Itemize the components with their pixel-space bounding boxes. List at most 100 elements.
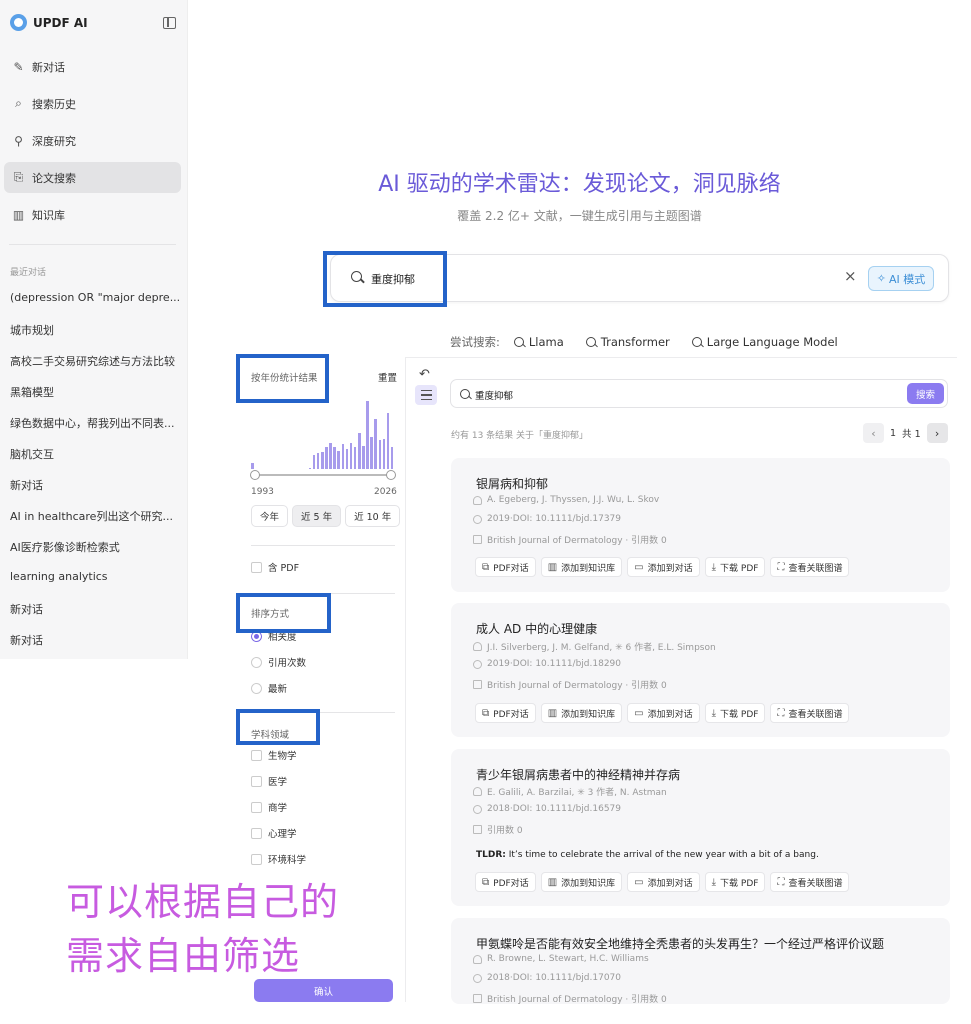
action-label: 下载 PDF: [720, 709, 759, 720]
next-page-button[interactable]: ›: [926, 423, 948, 443]
recent-chat-item[interactable]: learning analytics: [10, 570, 180, 601]
ai-mode-button[interactable]: ✧ AI 模式: [868, 266, 934, 291]
result-card[interactable]: 青少年银屑病患者中的神经精神并存病 E. Galili, A. Barzilai…: [451, 749, 950, 906]
sort-option-citations[interactable]: 引用次数: [251, 655, 306, 669]
download-pdf-button[interactable]: ⤓ 下载 PDF: [704, 703, 766, 723]
paper-title[interactable]: 成人 AD 中的心理健康: [476, 620, 597, 637]
clear-icon[interactable]: ×: [844, 269, 857, 284]
radio[interactable]: [251, 656, 262, 668]
field-option[interactable]: 环境科学: [251, 852, 306, 866]
paper-authors: A. Egeberg, J. Thyssen, J.J. Wu, L. Skov: [473, 495, 659, 505]
recent-chats-title: 最近对话: [10, 268, 47, 278]
histogram-bar: [337, 451, 340, 469]
field-label: 生物学: [268, 751, 297, 762]
recent-chat-item[interactable]: 新对话: [10, 477, 180, 508]
histogram-bar: [366, 400, 369, 469]
field-option[interactable]: 商学: [251, 800, 287, 814]
year-quick-filters: 今年 近 5 年 近 10 年: [251, 505, 401, 527]
pdf-chat-button[interactable]: ⧉ PDF对话: [475, 703, 536, 723]
field-option[interactable]: 心理学: [251, 826, 297, 840]
sidebar-item-label: 搜索历史: [32, 97, 76, 111]
result-card[interactable]: 甲氨蝶呤是否能有效安全地维持全秃患者的头发再生？一个经过严格评价议题 R. Br…: [451, 918, 950, 1005]
quick-this-year-button[interactable]: 今年: [251, 505, 289, 527]
histogram-bar: [378, 440, 382, 469]
paper-authors: R. Browne, L. Stewart, H.C. Williams: [473, 954, 649, 964]
radio[interactable]: [251, 682, 262, 694]
try-search-chip[interactable]: Large Language Model: [691, 335, 838, 349]
view-graph-button[interactable]: ⛶ 查看关联图谱: [770, 557, 850, 577]
recent-chat-item[interactable]: 新对话: [10, 601, 180, 632]
view-graph-button[interactable]: ⛶ 查看关联图谱: [770, 872, 850, 892]
pdf-chat-button[interactable]: ⧉ PDF对话: [475, 872, 536, 892]
year-histogram: [251, 397, 395, 469]
download-pdf-button[interactable]: ⤓ 下载 PDF: [704, 557, 766, 577]
collapse-sidebar-icon[interactable]: [163, 17, 176, 29]
year-slider-max-handle[interactable]: [386, 470, 396, 480]
has-pdf-checkbox[interactable]: [251, 561, 262, 573]
histogram-bar: [341, 443, 345, 469]
sidebar-item-new-chat[interactable]: ✎ 新对话: [4, 51, 181, 82]
paper-title[interactable]: 青少年银屑病患者中的神经精神并存病: [476, 766, 680, 783]
add-to-chat-button[interactable]: ▭ 添加到对话: [627, 872, 700, 892]
field-checkbox[interactable]: [251, 853, 262, 865]
recent-chat-item[interactable]: 绿色数据中心，帮我列出不同表...: [10, 415, 180, 446]
sidebar-item-paper-search[interactable]: ⎘ 论文搜索: [4, 162, 181, 193]
sidebar-item-knowledge-base[interactable]: ▥ 知识库: [4, 199, 181, 230]
recent-chat-item[interactable]: 新对话: [10, 632, 180, 663]
quick-5-years-button[interactable]: 近 5 年: [292, 505, 342, 527]
paper-title[interactable]: 甲氨蝶呤是否能有效安全地维持全秃患者的头发再生？一个经过严格评价议题: [476, 935, 884, 952]
year-slider-min-handle[interactable]: [250, 470, 260, 480]
field-option[interactable]: 生物学: [251, 748, 297, 762]
download-pdf-button[interactable]: ⤓ 下载 PDF: [704, 872, 766, 892]
sidebar-item-search-history[interactable]: ⌕ 搜索历史: [4, 88, 181, 119]
add-to-chat-button[interactable]: ▭ 添加到对话: [627, 557, 700, 577]
paper-title[interactable]: 银屑病和抑郁: [476, 475, 548, 492]
year-slider-track[interactable]: [255, 474, 391, 476]
recent-chat-item[interactable]: 脑机交互: [10, 446, 180, 477]
quick-10-years-button[interactable]: 近 10 年: [345, 505, 401, 527]
try-search-chip-label: Transformer: [600, 335, 670, 349]
field-checkbox[interactable]: [251, 801, 262, 813]
undo-icon[interactable]: ↶: [419, 367, 430, 382]
pdf-chat-button[interactable]: ⧉ PDF对话: [475, 557, 536, 577]
results-search-box[interactable]: 重度抑郁 搜索: [450, 379, 948, 408]
results-search-input[interactable]: 重度抑郁: [475, 388, 513, 402]
result-card[interactable]: 成人 AD 中的心理健康 J.I. Silverberg, J. M. Gelf…: [451, 603, 950, 737]
confirm-button[interactable]: 确认: [254, 979, 393, 1002]
add-to-chat-button[interactable]: ▭ 添加到对话: [627, 703, 700, 723]
prev-page-button[interactable]: ‹: [863, 423, 884, 443]
doi-text: 2018·DOI: 10.1111/bjd.17070: [487, 973, 621, 983]
current-page: 1: [890, 427, 897, 439]
graph-icon: ⛶: [777, 561, 785, 573]
try-search-chip[interactable]: Transformer: [585, 335, 670, 349]
field-option[interactable]: 医学: [251, 774, 287, 788]
reset-button[interactable]: 重置: [378, 370, 397, 384]
app-logo[interactable]: UPDF AI: [10, 14, 88, 31]
sidebar-item-deep-research[interactable]: ⚲ 深度研究: [4, 125, 181, 156]
histogram-bar: [353, 447, 357, 469]
recent-chat-item[interactable]: (depression OR "major depre...: [10, 291, 180, 322]
view-graph-button[interactable]: ⛶ 查看关联图谱: [770, 703, 850, 723]
sort-option-newest[interactable]: 最新: [251, 681, 287, 695]
add-to-library-button[interactable]: ▥ 添加到知识库: [540, 557, 623, 577]
add-to-library-button[interactable]: ▥ 添加到知识库: [540, 703, 623, 723]
field-checkbox[interactable]: [251, 827, 262, 839]
recent-chat-item[interactable]: 高校二手交易研究综述与方法比较: [10, 353, 180, 384]
recent-chat-item[interactable]: 黑箱模型: [10, 384, 180, 415]
telescope-icon: ⚲: [14, 133, 23, 148]
field-checkbox[interactable]: [251, 775, 262, 787]
recent-chat-item[interactable]: AI医疗影像诊断检索式: [10, 539, 180, 570]
action-label: 下载 PDF: [720, 878, 759, 889]
search-button[interactable]: 搜索: [907, 383, 944, 404]
field-checkbox[interactable]: [251, 749, 262, 761]
library-icon: ▥: [12, 207, 25, 222]
recent-chat-item[interactable]: AI in healthcare列出这个研究...: [10, 508, 180, 539]
recent-chat-item[interactable]: 城市规划: [10, 322, 180, 353]
has-pdf-option[interactable]: 含 PDF: [251, 560, 299, 574]
result-card[interactable]: 银屑病和抑郁 A. Egeberg, J. Thyssen, J.J. Wu, …: [451, 458, 950, 592]
paper-journal: British Journal of Dermatology · 引用数 0: [473, 533, 667, 546]
try-search-chip[interactable]: Llama: [513, 335, 564, 349]
add-to-library-button[interactable]: ▥ 添加到知识库: [540, 872, 623, 892]
filter-toggle-icon[interactable]: [415, 385, 437, 405]
journal-icon: [473, 825, 482, 834]
